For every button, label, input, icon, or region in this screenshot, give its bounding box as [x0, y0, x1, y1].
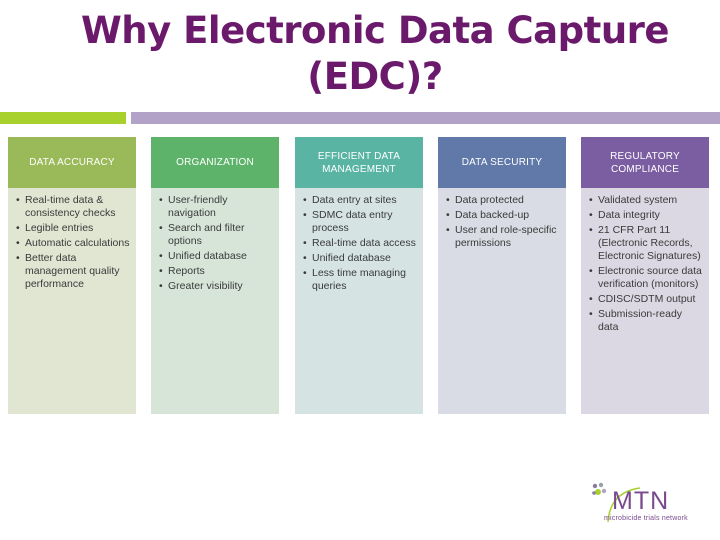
column-heading: EFFICIENT DATA MANAGEMENT	[295, 137, 423, 188]
column-heading: ORGANIZATION	[151, 137, 279, 188]
logo-wordmark: MTN	[612, 487, 670, 515]
bullet-item: Data backed-up	[446, 209, 560, 222]
bullet-item: Less time managing queries	[303, 267, 417, 293]
bullet-item: Data integrity	[589, 209, 703, 222]
bullet-list: Real-time data & consistency checks Legi…	[16, 194, 130, 291]
column-heading: REGULATORY COMPLIANCE	[581, 137, 709, 188]
bullet-item: Search and filter options	[159, 222, 273, 248]
bullet-item: Real-time data & consistency checks	[16, 194, 130, 220]
accent-bar-purple	[131, 112, 720, 124]
bullet-item: User and role-specific permissions	[446, 224, 560, 250]
bullet-item: SDMC data entry process	[303, 209, 417, 235]
bullet-item: Better data management quality performan…	[16, 252, 130, 291]
column-regulatory-compliance: REGULATORY COMPLIANCE Validated system D…	[581, 137, 709, 414]
bullet-item: Legible entries	[16, 222, 130, 235]
bullet-item: Real-time data access	[303, 237, 417, 250]
bullet-item: CDISC/SDTM output	[589, 293, 703, 306]
bullet-list: Data protected Data backed-up User and r…	[446, 194, 560, 250]
bullet-item: Greater visibility	[159, 280, 273, 293]
bullet-item: Data entry at sites	[303, 194, 417, 207]
bullet-item: Unified database	[159, 250, 273, 263]
column-organization: ORGANIZATION User-friendly navigation Se…	[151, 137, 279, 414]
bullet-item: Submission-ready data	[589, 308, 703, 334]
mtn-logo: MTN microbicide trials network	[590, 482, 710, 530]
slide-title: Why Electronic Data Capture (EDC)?	[80, 9, 670, 98]
column-data-accuracy: DATA ACCURACY Real-time data & consisten…	[8, 137, 136, 414]
accent-bar-green	[0, 112, 126, 124]
bullet-item: Reports	[159, 265, 273, 278]
bullet-list: Validated system Data integrity 21 CFR P…	[589, 194, 703, 334]
bullet-list: User-friendly navigation Search and filt…	[159, 194, 273, 293]
bullet-item: Unified database	[303, 252, 417, 265]
bullet-item: User-friendly navigation	[159, 194, 273, 220]
bullet-item: Automatic calculations	[16, 237, 130, 250]
bullet-item: Validated system	[589, 194, 703, 207]
column-data-security: DATA SECURITY Data protected Data backed…	[438, 137, 566, 414]
logo-tagline: microbicide trials network	[604, 515, 688, 522]
bullet-list: Data entry at sites SDMC data entry proc…	[303, 194, 417, 293]
column-efficient-data-management: EFFICIENT DATA MANAGEMENT Data entry at …	[295, 137, 423, 414]
bullet-item: Electronic source data verification (mon…	[589, 265, 703, 291]
column-heading: DATA SECURITY	[438, 137, 566, 188]
bullet-item: Data protected	[446, 194, 560, 207]
bullet-item: 21 CFR Part 11 (Electronic Records, Elec…	[589, 224, 703, 263]
column-heading: DATA ACCURACY	[8, 137, 136, 188]
